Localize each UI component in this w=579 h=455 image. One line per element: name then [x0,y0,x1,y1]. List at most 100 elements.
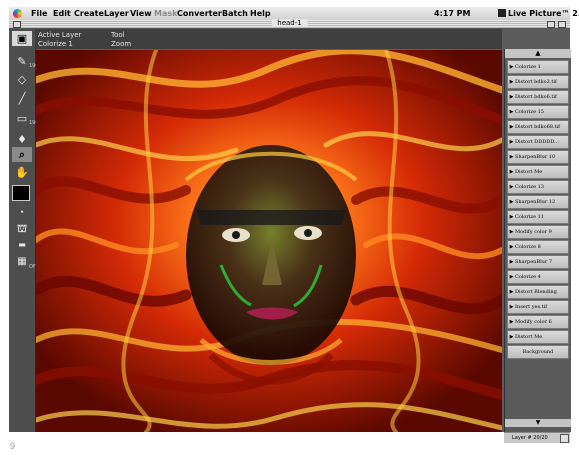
hand-tool-icon[interactable]: ✋ [12,165,32,180]
layer-label: Distort DDDDD... [515,139,559,145]
layers-panel: ▲ ▶ Colorize 1 ▶ Distort bdko2.tif ▶ Distor… [504,49,571,432]
scroll-up-arrow-icon[interactable]: ▲ [505,49,571,58]
layer-label: SharpenBlur 12 [515,199,556,205]
layer-status-bar: Layer # 20/20 [504,432,570,443]
menu-file[interactable]: File [31,9,47,18]
tool-palette: ▣ ✎ 1900 ◇ ╱ ▭ 1900 ♦ ⌕ ✋ • ⛫ ▬ ▦ OFF [9,29,42,432]
menubar-clock: 4:17 PM [434,9,471,18]
paint-bucket-icon[interactable]: ⛫ [12,221,32,236]
triangle-right-icon: ▶ [509,274,514,280]
triangle-right-icon: ▶ [509,79,514,85]
eraser-tool-icon[interactable]: ◇ [12,72,32,87]
application-menu-icon[interactable] [498,9,506,17]
triangle-right-icon: ▶ [509,259,514,265]
layer-label: Insert yes.tif [515,304,548,310]
layer-label: Modify color 9 [515,229,552,235]
layer-label: Modify color 6 [515,319,552,325]
layer-item[interactable]: ▶ Colorize 1 [507,60,569,74]
layer-label: Distort bdko2.tif [515,79,557,85]
layer-item[interactable]: ▶ Distort bdko2.tif [507,75,569,89]
menu-batch[interactable]: Batch [222,9,248,18]
layer-item[interactable]: ▶ Insert yes.tif [507,300,569,314]
layer-item[interactable]: ▶ Colorize 13 [507,180,569,194]
layer-label: Colorize 13 [515,184,544,190]
layer-label: Colorize 11 [515,214,544,220]
image-canvas[interactable] [36,50,502,432]
page-number: 9 [10,441,16,451]
layer-label: Colorize 15 [515,109,544,115]
menu-converter[interactable]: Converter [177,9,222,18]
menu-view[interactable]: View [130,9,152,18]
layer-item[interactable]: ▶ Colorize 4 [507,270,569,284]
layer-count-text: Layer # 20/20 [512,435,548,441]
triangle-right-icon: ▶ [509,334,514,340]
layer-item[interactable]: ▶ Colorize 11 [507,210,569,224]
menu-layer[interactable]: Layer [104,9,129,18]
layer-item[interactable]: ▶ SharpenBlur 12 [507,195,569,209]
layer-item[interactable]: ▶ SharpenBlur 7 [507,255,569,269]
psychedelic-face-artwork [36,50,502,432]
layer-item[interactable]: ▶ SharpenBlur 10 [507,150,569,164]
active-layer-value: Colorize 1 [38,40,73,48]
apple-menu-icon[interactable] [13,9,22,18]
layer-item[interactable]: ▶ Modify color 9 [507,225,569,239]
layer-item[interactable]: ▶ Distort Me [507,330,569,344]
triangle-right-icon: ▶ [509,94,514,100]
foreground-color-swatch[interactable] [12,185,30,201]
slider-icon[interactable]: ▬ [12,237,32,252]
layer-label: Distort Me [515,334,543,340]
application-menu-label[interactable]: Live Picture™ 2.6.2 [508,9,579,18]
layer-label: Colorize 8 [515,244,541,250]
window-title-bar[interactable]: head-1 [9,19,570,29]
layer-item[interactable]: ▶ Distort bdko68.tif [507,120,569,134]
active-layer-label: Active Layer [38,31,82,39]
menu-edit[interactable]: Edit [53,9,71,18]
background-layer-item[interactable]: Background [507,345,569,359]
triangle-right-icon: ▶ [509,289,514,295]
layer-label: SharpenBlur 10 [515,154,556,160]
layer-item[interactable]: ▶ Colorize 15 [507,105,569,119]
layer-label: Distort bdko6.tif [515,94,557,100]
triangle-right-icon: ▶ [509,109,514,115]
menu-create[interactable]: Create [74,9,104,18]
layer-item[interactable]: ▶ Distort Me [507,165,569,179]
layer-item[interactable]: ▶ Distort DDDDD... [507,135,569,149]
triangle-right-icon: ▶ [509,214,514,220]
layer-label: Colorize 4 [515,274,541,280]
tool-label: Tool [111,31,125,39]
layer-label: Distort bdko68.tif [515,124,561,130]
triangle-right-icon: ▶ [509,304,514,310]
layer-label: Distort Blending [515,289,557,295]
triangle-right-icon: ▶ [509,244,514,250]
layer-label: Distort Me [515,169,543,175]
triangle-right-icon: ▶ [509,229,514,235]
layer-label: Colorize 1 [515,64,541,70]
zoom-box-icon[interactable] [547,21,555,28]
layer-item[interactable]: ▶ Distort Blending [507,285,569,299]
layer-item[interactable]: ▶ Colorize 8 [507,240,569,254]
layer-item[interactable]: ▶ Distort bdko6.tif [507,90,569,104]
tool-value: Zoom [111,40,132,48]
collapse-box-icon[interactable] [558,21,566,28]
triangle-right-icon: ▶ [509,139,514,145]
zoom-tool-icon[interactable]: ⌕ [12,147,32,162]
layer-label: SharpenBlur 7 [515,259,553,265]
triangle-right-icon: ▶ [509,169,514,175]
triangle-right-icon: ▶ [509,199,514,205]
info-bar: Active Layer Colorize 1 Tool Zoom [35,29,502,49]
triangle-right-icon: ▶ [509,154,514,160]
layer-item[interactable]: ▶ Modify color 6 [507,315,569,329]
triangle-right-icon: ▶ [509,184,514,190]
scroll-down-arrow-icon[interactable]: ▼ [505,419,571,427]
pencil-tool-icon[interactable]: ╱ [12,91,32,106]
pen-tool-icon[interactable]: ♦ [12,132,32,147]
resize-grip-icon[interactable] [560,434,569,443]
menu-help[interactable]: Help [250,9,271,18]
triangle-right-icon: ▶ [509,64,514,70]
close-box-icon[interactable] [13,21,21,28]
layer-tool-icon[interactable]: ▣ [12,31,32,46]
menu-mask[interactable]: Mask [154,9,177,18]
document-window: head-1 ▣ ✎ 1900 ◇ ╱ ▭ 1900 ♦ ⌕ ✋ • ⛫ ▬ ▦… [9,19,571,443]
brush-shape-icon[interactable]: • [12,205,32,220]
triangle-right-icon: ▶ [509,319,514,325]
